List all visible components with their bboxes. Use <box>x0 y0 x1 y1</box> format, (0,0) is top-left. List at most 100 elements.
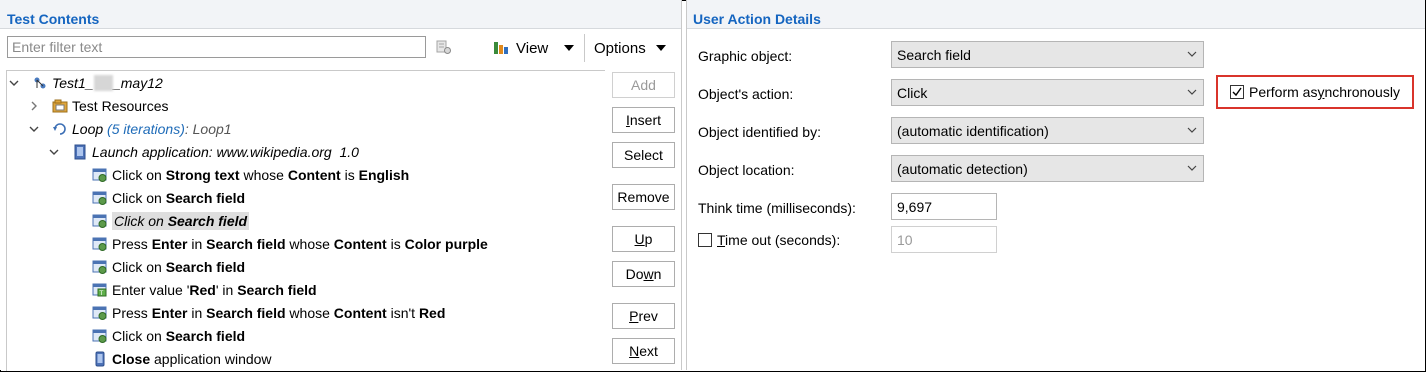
tree-item-enter-value[interactable]: T Enter value 'Red' in Search field <box>92 280 317 300</box>
location-select[interactable]: (automatic detection) <box>891 155 1204 182</box>
timeout-input[interactable]: 10 <box>891 226 997 253</box>
expand-chevron-icon[interactable] <box>28 119 40 139</box>
tree-item-launch-app[interactable]: Launch application: www.wikipedia.org 1.… <box>72 142 359 162</box>
tree-label-part: whose <box>239 167 288 183</box>
tree-label-part: Search field <box>167 213 248 229</box>
tree-item-label: Launch application: www.wikipedia.org 1.… <box>92 144 359 160</box>
test-root-icon <box>32 75 52 91</box>
tree-label-part: (5 iterations) <box>107 121 185 137</box>
tree-label-part: Content <box>333 305 387 321</box>
chevron-down-icon <box>1187 165 1197 171</box>
tree-label-part: Click on <box>112 328 166 344</box>
tree-label-part: Click on <box>112 259 166 275</box>
user-action-icon <box>92 213 112 229</box>
tree-label-part: Search field <box>237 282 317 298</box>
tree-item-action[interactable]: Click on Strong text whose Content is En… <box>92 165 409 185</box>
expand-chevron-icon[interactable] <box>8 73 20 93</box>
tree-label-part: Click on <box>112 167 166 183</box>
up-button-label: Up <box>634 231 653 247</box>
loop-icon <box>52 121 72 137</box>
select-button[interactable]: Select <box>612 142 675 168</box>
tree-item-label: Loop (5 iterations): Loop1 <box>72 121 232 137</box>
test-contents-title: Test Contents <box>7 11 100 27</box>
tree-label-part: ' in <box>215 282 238 298</box>
location-value: (automatic detection) <box>897 160 1028 177</box>
options-menu-button[interactable]: Options <box>594 37 666 59</box>
tree-item-label: Close application window <box>112 351 272 367</box>
perform-async-checkbox[interactable] <box>1230 85 1244 99</box>
timeout-label: Time out (seconds): <box>717 232 841 248</box>
toolbar-separator <box>584 34 585 62</box>
view-menu-button[interactable]: View <box>492 37 575 59</box>
action-value: Click <box>897 84 928 101</box>
tree-label-part: Color purple <box>404 236 488 252</box>
select-button-label: Select <box>624 147 663 163</box>
identified-by-value: (automatic identification) <box>897 122 1049 139</box>
test-contents-pane: Test Contents View Options Test1_ _may12… <box>0 0 682 371</box>
tree-item-label: Test Resources <box>72 98 168 114</box>
graphic-object-value: Search field <box>897 46 971 63</box>
tree-label-part: Click on <box>112 190 166 206</box>
timeout-checkbox[interactable] <box>698 233 712 247</box>
tree-item-action[interactable]: Click on Search field <box>92 211 250 231</box>
view-icon <box>494 42 508 54</box>
insert-button-label: Insert <box>625 112 661 128</box>
tree-item-label: Click on Search field <box>112 259 245 275</box>
options-label: Options <box>594 39 646 57</box>
tree-label-part: whose <box>285 236 334 252</box>
tree-label-part: Content <box>287 167 341 183</box>
tree-item-close-app[interactable]: Close application window <box>92 349 272 369</box>
tree-label-part: Search field <box>206 305 286 321</box>
filter-input[interactable] <box>7 36 426 58</box>
tree-item-action[interactable]: Click on Search field <box>92 257 245 277</box>
tree-item-label: Press Enter in Search field whose Conten… <box>112 305 445 321</box>
collapse-chevron-icon[interactable] <box>28 96 40 116</box>
tree-item-action[interactable]: Click on Search field <box>92 326 245 346</box>
tree-item-test[interactable]: Test1_ _may12 <box>32 73 163 93</box>
down-button[interactable]: Down <box>612 261 675 287</box>
prev-button-label: Prev <box>629 308 658 324</box>
user-action-icon <box>92 236 112 252</box>
tree-label-part: _may12 <box>112 75 163 91</box>
tree-label-part: isn't <box>386 305 419 321</box>
tree-item-label: Press Enter in Search field whose Conten… <box>112 236 488 252</box>
tree-item-action[interactable]: Press Enter in Search field whose Conten… <box>92 303 445 323</box>
prev-button[interactable]: Prev <box>612 303 675 329</box>
tree-label-part: in <box>187 236 207 252</box>
tree-label-part: Launch application: www.wikipedia.org 1.… <box>92 144 359 160</box>
add-button[interactable]: Add <box>612 72 675 98</box>
graphic-object-select[interactable]: Search field <box>891 41 1204 68</box>
tree-item-label: Click on Search field <box>112 212 250 230</box>
identified-by-select[interactable]: (automatic identification) <box>891 117 1204 144</box>
next-button[interactable]: Next <box>612 338 675 364</box>
remove-button[interactable]: Remove <box>612 184 675 210</box>
perform-async-label: Perform asynchronously <box>1249 84 1400 100</box>
tree-label-part: Search field <box>165 190 246 206</box>
test-contents-header <box>0 0 681 29</box>
next-button-label: Next <box>629 343 658 359</box>
tree-item-loop[interactable]: Loop (5 iterations): Loop1 <box>52 119 232 139</box>
user-action-icon <box>92 167 112 183</box>
tree-item-action[interactable]: Click on Search field <box>92 188 245 208</box>
options-dropdown-icon <box>655 45 666 51</box>
tree-label-part: : Loop1 <box>184 121 232 137</box>
timeout-value: 10 <box>897 231 913 248</box>
expand-chevron-icon[interactable] <box>48 142 60 162</box>
details-title: User Action Details <box>693 11 821 27</box>
graphic-object-label: Graphic object: <box>698 48 793 64</box>
tree-item-test-resources[interactable]: Test Resources <box>52 96 168 116</box>
insert-button[interactable]: Insert <box>612 107 675 133</box>
filter-settings-icon[interactable] <box>436 39 452 55</box>
action-select[interactable]: Click <box>891 79 1204 106</box>
tree-label-part <box>93 75 113 91</box>
tree-label-part: Red <box>418 305 446 321</box>
perform-async-highlight: Perform asynchronously <box>1216 75 1414 109</box>
tree-label-part: Click on <box>114 213 168 229</box>
tree-item-action[interactable]: Press Enter in Search field whose Conten… <box>92 234 488 254</box>
think-time-input[interactable]: 9,697 <box>891 193 997 220</box>
test-resources-icon <box>52 98 72 114</box>
tree-label-part: Content <box>333 236 387 252</box>
up-button[interactable]: Up <box>612 226 675 252</box>
tree-label-part: English <box>358 167 410 183</box>
tree-item-label: Click on Search field <box>112 328 245 344</box>
